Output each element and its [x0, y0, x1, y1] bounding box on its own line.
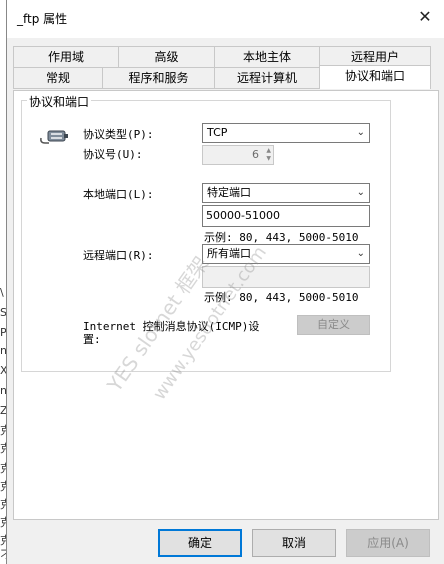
- remote-port-example: 示例: 80, 443, 5000-5010: [204, 291, 359, 304]
- tab-remote-computers[interactable]: 远程计算机: [214, 67, 320, 89]
- chevron-down-icon: ⌄: [356, 127, 365, 138]
- icmp-label: Internet 控制消息协议(ICMP)设: [83, 320, 260, 333]
- chevron-down-icon: ⌄: [356, 187, 365, 198]
- window-title: _ftp 属性: [17, 12, 68, 26]
- icmp-label-line2: 置:: [83, 333, 101, 346]
- spinner-arrows-icon: ▲ ▼: [266, 147, 271, 162]
- local-port-label: 本地端口(L):: [83, 188, 154, 201]
- ok-button[interactable]: 确定: [158, 529, 242, 557]
- chevron-down-icon: ⌄: [356, 248, 365, 259]
- tab-programs-services[interactable]: 程序和服务: [102, 67, 215, 89]
- customize-button[interactable]: 自定义: [297, 315, 370, 335]
- cancel-button[interactable]: 取消: [252, 529, 336, 557]
- apply-button[interactable]: 应用(A): [346, 529, 430, 557]
- remote-port-value: 所有端口: [207, 247, 251, 260]
- protocol-type-select[interactable]: TCP ⌄: [202, 123, 370, 143]
- network-plug-icon: [40, 130, 68, 144]
- tab-protocols-ports[interactable]: 协议和端口: [319, 65, 431, 89]
- local-port-value: 特定端口: [207, 186, 251, 199]
- local-port-select[interactable]: 特定端口 ⌄: [202, 183, 370, 203]
- protocol-number-label: 协议号(U):: [83, 148, 143, 161]
- properties-dialog: _ftp 属性 ✕ 作用域 高级 本地主体 远程用户 常规 程序和服务 远程计算…: [6, 0, 444, 564]
- tab-local-principals[interactable]: 本地主体: [214, 46, 320, 68]
- tab-advanced[interactable]: 高级: [118, 46, 215, 68]
- local-port-input[interactable]: 50000-51000: [202, 205, 370, 227]
- protocol-type-label: 协议类型(P):: [83, 128, 154, 141]
- protocol-type-value: TCP: [207, 126, 228, 139]
- title-bar: _ftp 属性 ✕: [7, 0, 444, 38]
- protocol-number-value: 6: [252, 148, 259, 161]
- tab-scope[interactable]: 作用域: [13, 46, 119, 68]
- group-title: 协议和端口: [27, 93, 92, 110]
- local-port-example: 示例: 80, 443, 5000-5010: [204, 231, 359, 244]
- remote-port-select[interactable]: 所有端口 ⌄: [202, 244, 370, 264]
- remote-port-input[interactable]: [202, 266, 370, 288]
- close-icon[interactable]: ✕: [412, 6, 438, 30]
- tab-general[interactable]: 常规: [13, 67, 103, 89]
- remote-port-label: 远程端口(R):: [83, 249, 154, 262]
- protocol-number-spinner[interactable]: 6 ▲ ▼: [202, 145, 274, 165]
